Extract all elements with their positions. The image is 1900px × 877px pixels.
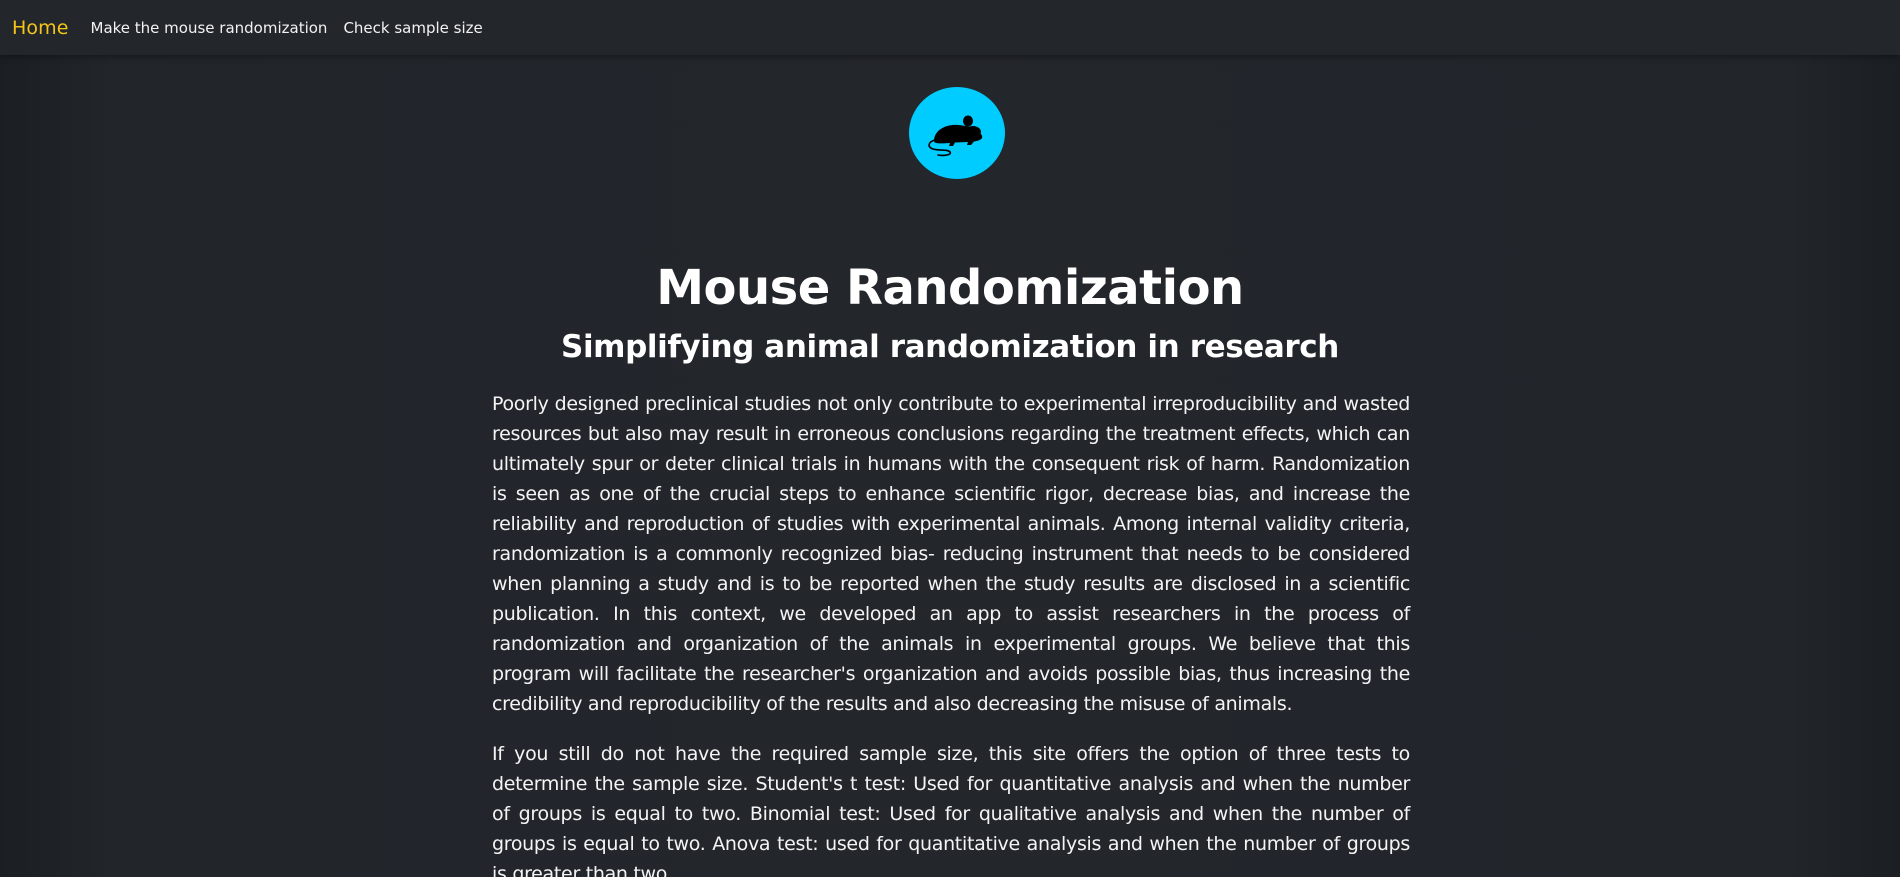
page: Home Make the mouse randomization Check …: [0, 0, 1900, 877]
nav-link-make-randomization[interactable]: Make the mouse randomization: [91, 19, 328, 37]
mouse-icon: [928, 115, 983, 157]
intro-paragraph-sample-size: If you still do not have the required sa…: [492, 743, 1410, 877]
nav-home-link[interactable]: Home: [12, 17, 69, 39]
intro-content: Poorly designed preclinical studies not …: [492, 389, 1410, 877]
page-title: Mouse Randomization: [656, 260, 1244, 316]
logo: [909, 87, 1005, 179]
navbar: Home Make the mouse randomization Check …: [0, 0, 1900, 55]
nav-link-check-sample-size[interactable]: Check sample size: [343, 19, 482, 37]
intro-paragraph-randomization: Poorly designed preclinical studies not …: [492, 393, 1410, 715]
page-subtitle: Simplifying animal randomization in rese…: [561, 329, 1339, 365]
